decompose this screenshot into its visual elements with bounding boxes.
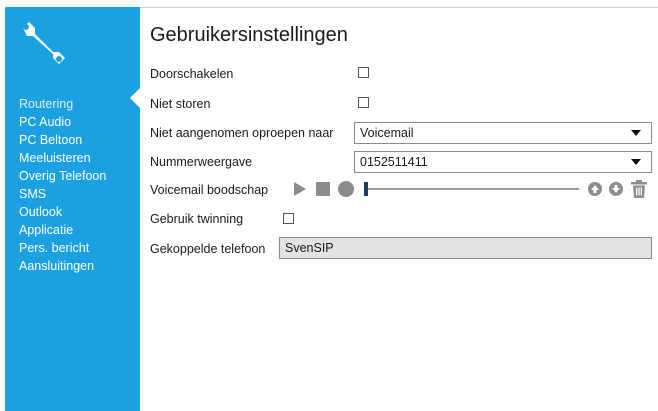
sidebar-item-routering[interactable]: Routering [19,95,106,113]
play-icon[interactable] [294,182,306,196]
active-item-pointer [130,88,140,108]
download-icon[interactable] [609,182,623,196]
voicemail-label: Voicemail boodschap [150,183,269,197]
chevron-down-icon [631,130,641,136]
settings-window: Routering PC Audio PC Beltoon Meeluister… [0,0,658,411]
number-display-select[interactable]: 0152511411 [354,151,652,173]
sidebar-item-sms[interactable]: SMS [19,185,106,203]
sidebar-item-applicatie[interactable]: Applicatie [19,221,106,239]
dnd-label: Niet storen [150,97,211,111]
unanswered-label: Niet aangenomen oproepen naar [150,126,334,140]
sidebar-item-overig-telefoon[interactable]: Overig Telefoon [19,167,106,185]
twinning-checkbox[interactable] [283,213,294,224]
stop-icon[interactable] [316,182,330,196]
upload-icon[interactable] [588,182,602,196]
twinning-label: Gebruik twinning [150,212,244,226]
trash-icon[interactable] [631,180,647,198]
number-display-label: Nummerweergave [150,155,253,169]
sidebar-item-meeluisteren[interactable]: Meeluisteren [19,149,106,167]
record-icon[interactable] [338,181,354,197]
sidebar-item-pc-beltoon[interactable]: PC Beltoon [19,131,106,149]
sidebar-item-pc-audio[interactable]: PC Audio [19,113,106,131]
sidebar-item-aansluitingen[interactable]: Aansluitingen [19,257,106,275]
unanswered-value: Voicemail [360,126,414,140]
forwarding-checkbox[interactable] [358,67,369,78]
page-title: Gebruikersinstellingen [150,24,348,46]
voicemail-progress-thumb[interactable] [364,182,368,196]
top-divider [140,7,658,8]
sidebar-nav: Routering PC Audio PC Beltoon Meeluister… [19,95,106,275]
chevron-down-icon [631,159,641,165]
wrench-icon [23,22,65,64]
sidebar-item-outlook[interactable]: Outlook [19,203,106,221]
linked-phone-field[interactable]: SvenSIP [279,237,652,259]
forwarding-label: Doorschakelen [150,67,234,81]
sidebar-item-pers-bericht[interactable]: Pers. bericht [19,239,106,257]
number-display-value: 0152511411 [360,155,428,169]
linked-phone-label: Gekoppelde telefoon [150,242,266,256]
sidebar: Routering PC Audio PC Beltoon Meeluister… [5,7,140,411]
dnd-checkbox[interactable] [358,97,369,108]
voicemail-progress-track[interactable] [364,188,579,190]
unanswered-select[interactable]: Voicemail [354,122,652,144]
